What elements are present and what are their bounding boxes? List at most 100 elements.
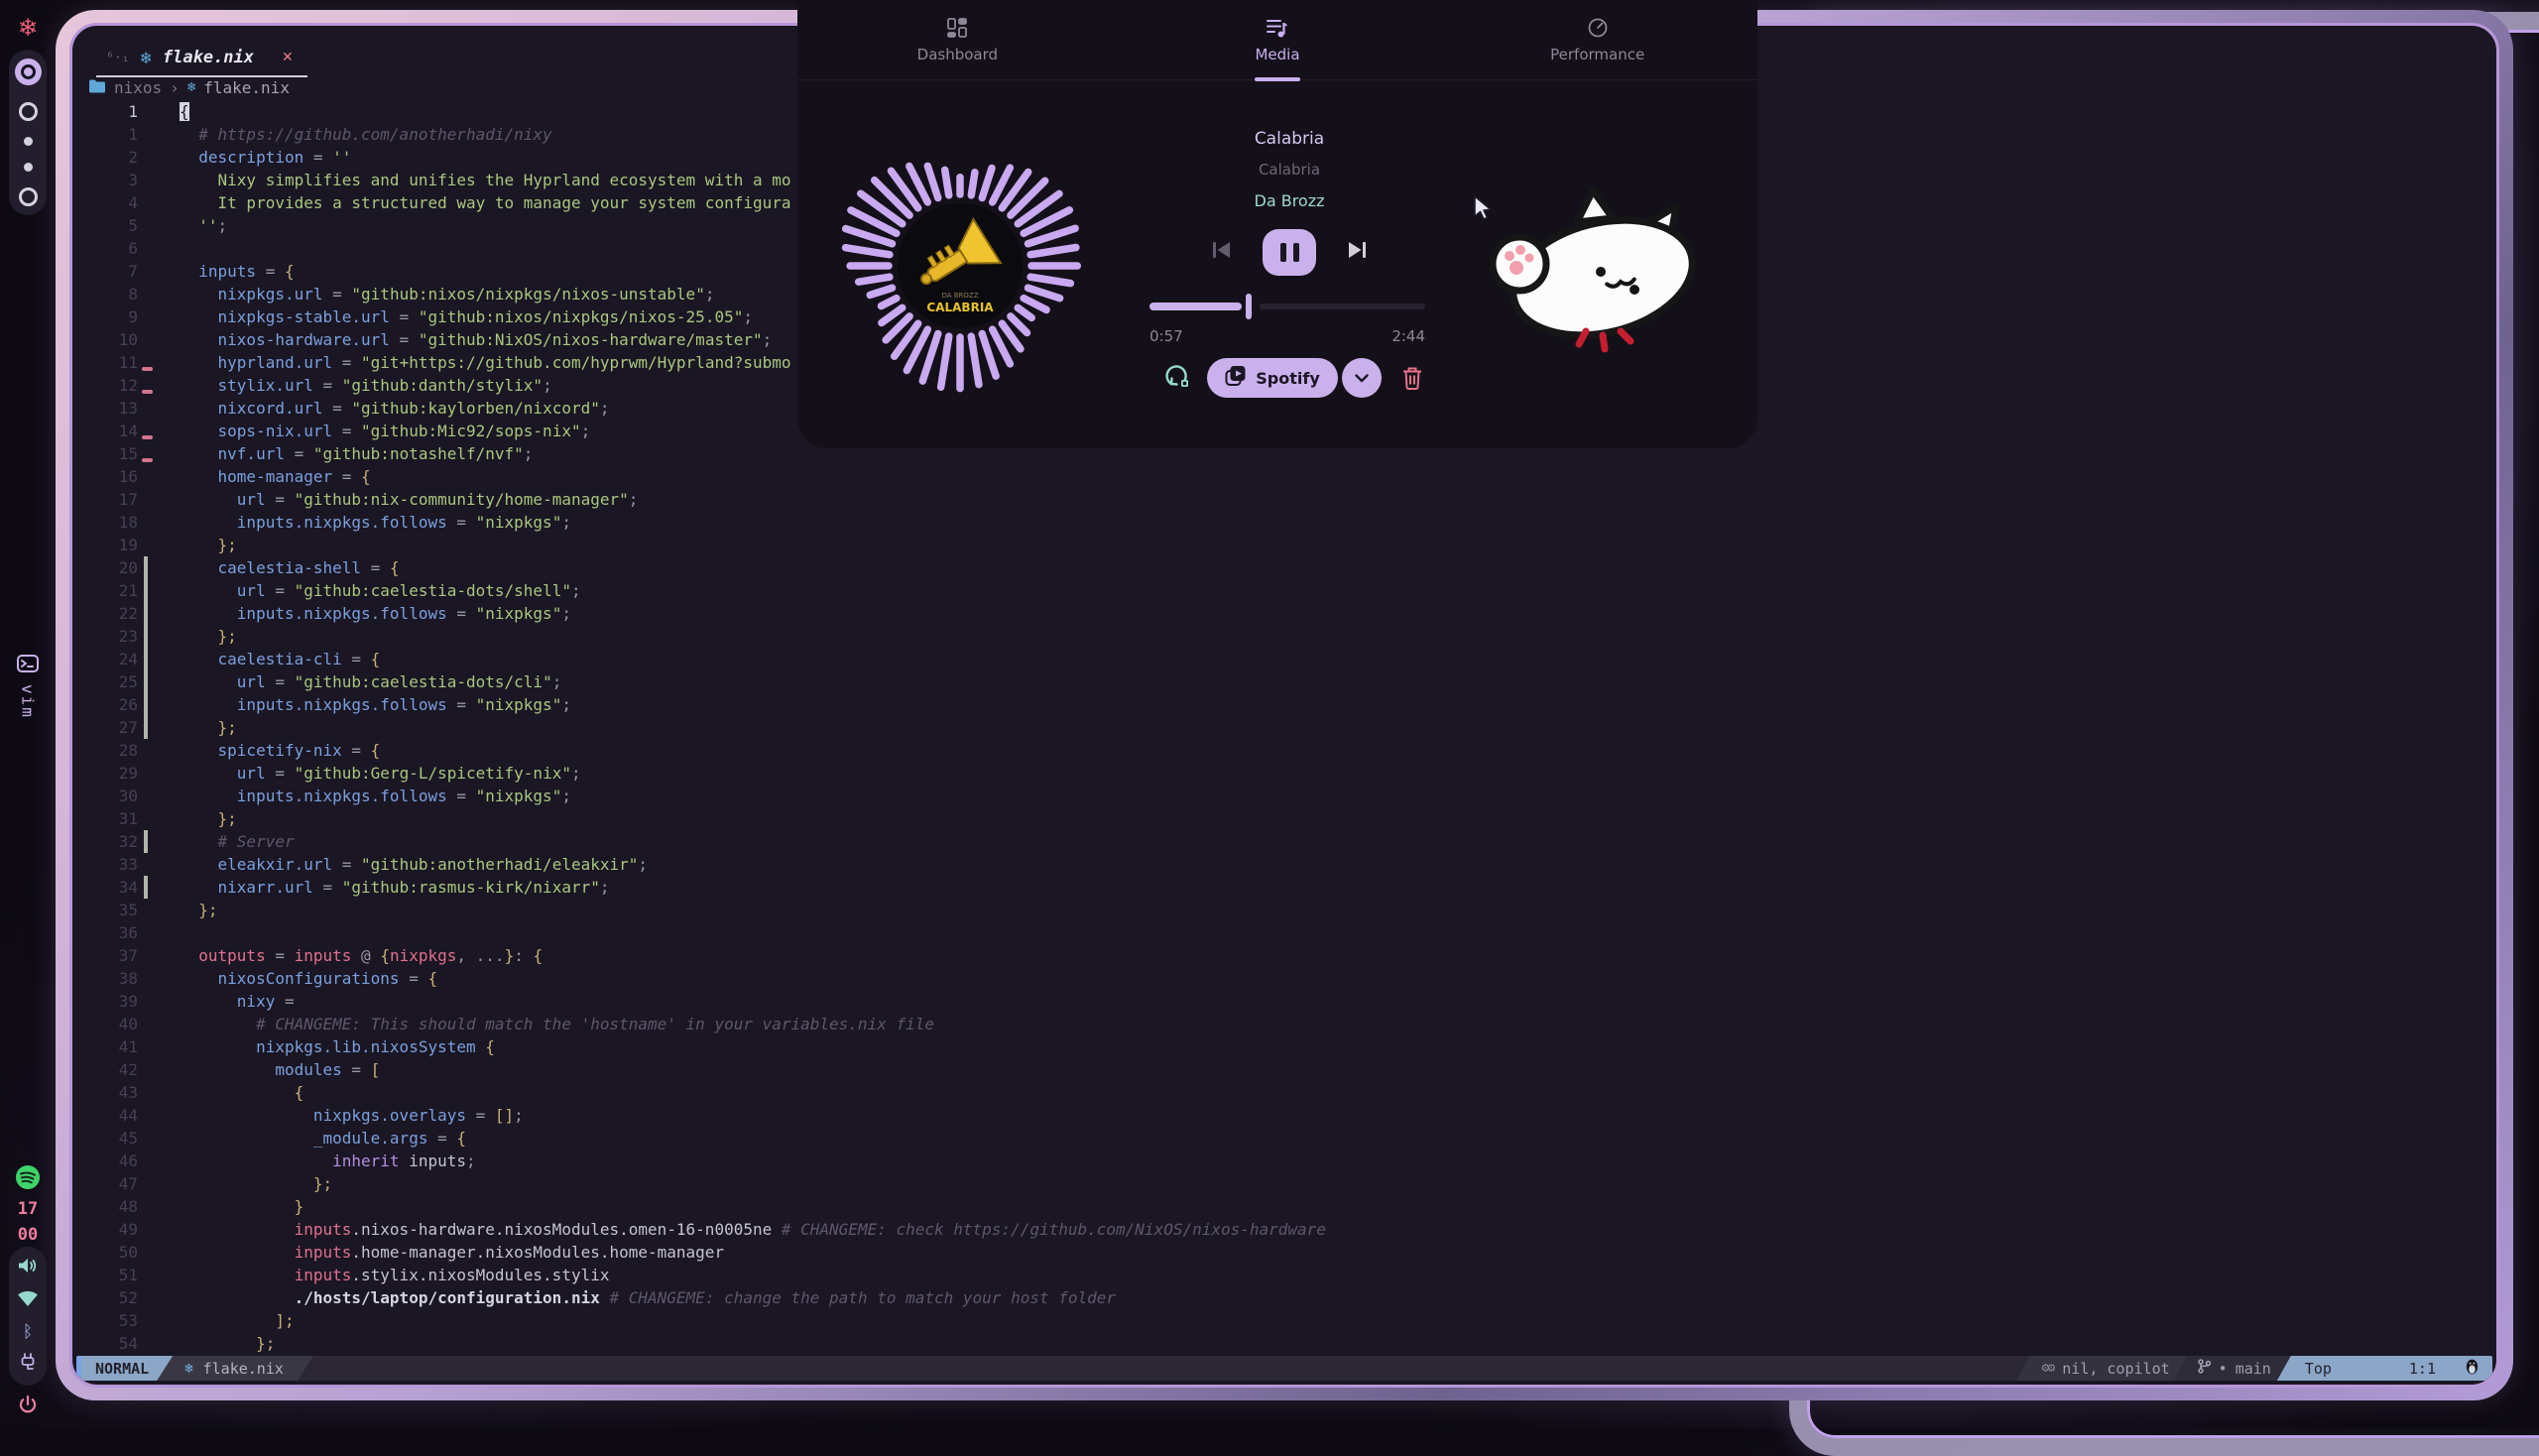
- close-icon[interactable]: ✕: [282, 50, 294, 65]
- active-client-label: vim: [19, 684, 38, 719]
- code-text: spicetify-nix = {: [180, 739, 380, 762]
- gutter-sign: [138, 283, 180, 305]
- line-number: 17: [86, 488, 138, 511]
- code-text: nixpkgs.overlays = [];: [180, 1104, 524, 1127]
- line-number: 7: [86, 260, 138, 283]
- workspace-ring[interactable]: [19, 102, 38, 121]
- seek-bar[interactable]: [1149, 294, 1425, 319]
- seek-bar-handle[interactable]: [1246, 294, 1252, 319]
- line-number: 24: [86, 648, 138, 670]
- workspace-active[interactable]: [15, 59, 42, 85]
- code-line[interactable]: 49 inputs.nixos-hardware.nixosModules.om…: [86, 1218, 1326, 1241]
- line-number: 11: [86, 351, 138, 374]
- code-line[interactable]: 41 nixpkgs.lib.nixosSystem {: [86, 1035, 1326, 1058]
- tab-performance[interactable]: Performance: [1437, 0, 1757, 79]
- code-line[interactable]: 19 };: [86, 534, 1326, 556]
- bluetooth-icon[interactable]: ᛒ: [23, 1322, 33, 1342]
- queue-repeat-icon[interactable]: [1163, 362, 1191, 394]
- gutter-sign: [138, 853, 180, 876]
- code-line[interactable]: 38 nixosConfigurations = {: [86, 967, 1326, 990]
- nix-snowflake-icon: ❄: [184, 1361, 192, 1377]
- power-button[interactable]: [0, 1395, 56, 1416]
- code-line[interactable]: 51 inputs.stylix.nixosModules.stylix: [86, 1264, 1326, 1286]
- nix-logo-icon[interactable]: ❄: [0, 14, 56, 42]
- lsp-status: ⚙⚙ nil, copilot: [2016, 1356, 2188, 1381]
- breadcrumb-file[interactable]: flake.nix: [203, 78, 290, 97]
- workspace-dot[interactable]: [24, 163, 33, 172]
- code-line[interactable]: 35 };: [86, 899, 1326, 921]
- gutter-sign: [138, 625, 180, 648]
- wifi-icon[interactable]: [16, 1288, 40, 1311]
- code-line[interactable]: 27 };: [86, 716, 1326, 739]
- trash-icon[interactable]: [1401, 366, 1423, 390]
- code-line[interactable]: 40 # CHANGEME: This should match the 'ho…: [86, 1013, 1326, 1035]
- code-line[interactable]: 24 caelestia-cli = {: [86, 648, 1326, 670]
- breadcrumb-root[interactable]: nixos: [114, 78, 162, 97]
- spotify-app-icon: [1225, 364, 1247, 392]
- code-line[interactable]: 50 inputs.home-manager.nixosModules.home…: [86, 1241, 1326, 1264]
- source-dropdown-button[interactable]: [1342, 358, 1382, 398]
- code-line[interactable]: 17 url = "github:nix-community/home-mana…: [86, 488, 1326, 511]
- code-line[interactable]: 48 }: [86, 1195, 1326, 1218]
- next-track-button[interactable]: [1346, 239, 1370, 265]
- code-text: # Server: [180, 830, 295, 853]
- code-line[interactable]: 53 ];: [86, 1309, 1326, 1332]
- volume-icon[interactable]: [17, 1257, 39, 1278]
- code-line[interactable]: 44 nixpkgs.overlays = [];: [86, 1104, 1326, 1127]
- code-text: nixarr.url = "github:rasmus-kirk/nixarr"…: [180, 876, 610, 899]
- line-number: 10: [86, 328, 138, 351]
- code-line[interactable]: 29 url = "github:Gerg-L/spicetify-nix";: [86, 762, 1326, 785]
- code-line[interactable]: 25 url = "github:caelestia-dots/cli";: [86, 670, 1326, 693]
- code-line[interactable]: 52 ./hosts/laptop/configuration.nix # CH…: [86, 1286, 1326, 1309]
- code-line[interactable]: 39 nixy =: [86, 990, 1326, 1013]
- gutter-sign: [138, 191, 180, 214]
- code-line[interactable]: 22 inputs.nixpkgs.follows = "nixpkgs";: [86, 602, 1326, 625]
- tab-label: Performance: [1550, 46, 1644, 63]
- open-in-spotify-button[interactable]: Spotify: [1207, 358, 1338, 398]
- code-line[interactable]: 30 inputs.nixpkgs.follows = "nixpkgs";: [86, 785, 1326, 807]
- code-line[interactable]: 18 inputs.nixpkgs.follows = "nixpkgs";: [86, 511, 1326, 534]
- code-line[interactable]: 33 eleakxir.url = "github:anotherhadi/el…: [86, 853, 1326, 876]
- code-line[interactable]: 28 spicetify-nix = {: [86, 739, 1326, 762]
- code-line[interactable]: 23 };: [86, 625, 1326, 648]
- code-line[interactable]: 34 nixarr.url = "github:rasmus-kirk/nixa…: [86, 876, 1326, 899]
- code-line[interactable]: 16 home-manager = {: [86, 465, 1326, 488]
- code-text: url = "github:Gerg-L/spicetify-nix";: [180, 762, 581, 785]
- pause-button[interactable]: [1263, 229, 1316, 276]
- workspace-dot[interactable]: [24, 137, 33, 146]
- gutter-sign: [138, 693, 180, 716]
- code-line[interactable]: 43 {: [86, 1081, 1326, 1104]
- code-text: };: [180, 1332, 275, 1355]
- code-line[interactable]: 20 caelestia-shell = {: [86, 556, 1326, 579]
- gutter-sign: [138, 305, 180, 328]
- code-line[interactable]: 21 url = "github:caelestia-dots/shell";: [86, 579, 1326, 602]
- code-text: hyprland.url = "git+https://github.com/h…: [180, 351, 791, 374]
- active-client[interactable]: vim: [0, 655, 56, 719]
- power-plug-icon[interactable]: [18, 1352, 38, 1376]
- code-line[interactable]: 26 inputs.nixpkgs.follows = "nixpkgs";: [86, 693, 1326, 716]
- code-line[interactable]: 54 };: [86, 1332, 1326, 1355]
- code-line[interactable]: 47 };: [86, 1172, 1326, 1195]
- code-line[interactable]: 31 };: [86, 807, 1326, 830]
- git-branch-icon: [2198, 1359, 2211, 1378]
- workspace-ring[interactable]: [19, 187, 38, 206]
- code-line[interactable]: 37 outputs = inputs @ {nixpkgs, ...}: {: [86, 944, 1326, 967]
- code-text: # https://github.com/anotherhadi/nixy: [180, 123, 552, 146]
- code-line[interactable]: 45 _module.args = {: [86, 1127, 1326, 1150]
- code-line[interactable]: 42 modules = [: [86, 1058, 1326, 1081]
- code-text: inputs.stylix.nixosModules.stylix: [180, 1264, 609, 1286]
- tab-flake-nix[interactable]: ⁶·₁ ❄ flake.nix ✕: [96, 46, 307, 77]
- code-line[interactable]: 36: [86, 921, 1326, 944]
- code-line[interactable]: 32 # Server: [86, 830, 1326, 853]
- workspace-indicator[interactable]: [9, 50, 47, 215]
- tab-media[interactable]: Media: [1118, 0, 1438, 79]
- statusline-filename: flake.nix: [203, 1360, 284, 1378]
- code-line[interactable]: 46 inherit inputs;: [86, 1150, 1326, 1172]
- tab-dashboard[interactable]: Dashboard: [797, 0, 1118, 79]
- system-tray: ᛒ: [9, 1247, 47, 1386]
- media-actions: Spotify: [1135, 357, 1452, 399]
- git-branch-status: • main: [2174, 1356, 2291, 1381]
- spotify-tray-icon[interactable]: [0, 1164, 56, 1190]
- media-widget-tabs: Dashboard Media Performance: [797, 0, 1757, 80]
- previous-track-button[interactable]: [1209, 239, 1233, 265]
